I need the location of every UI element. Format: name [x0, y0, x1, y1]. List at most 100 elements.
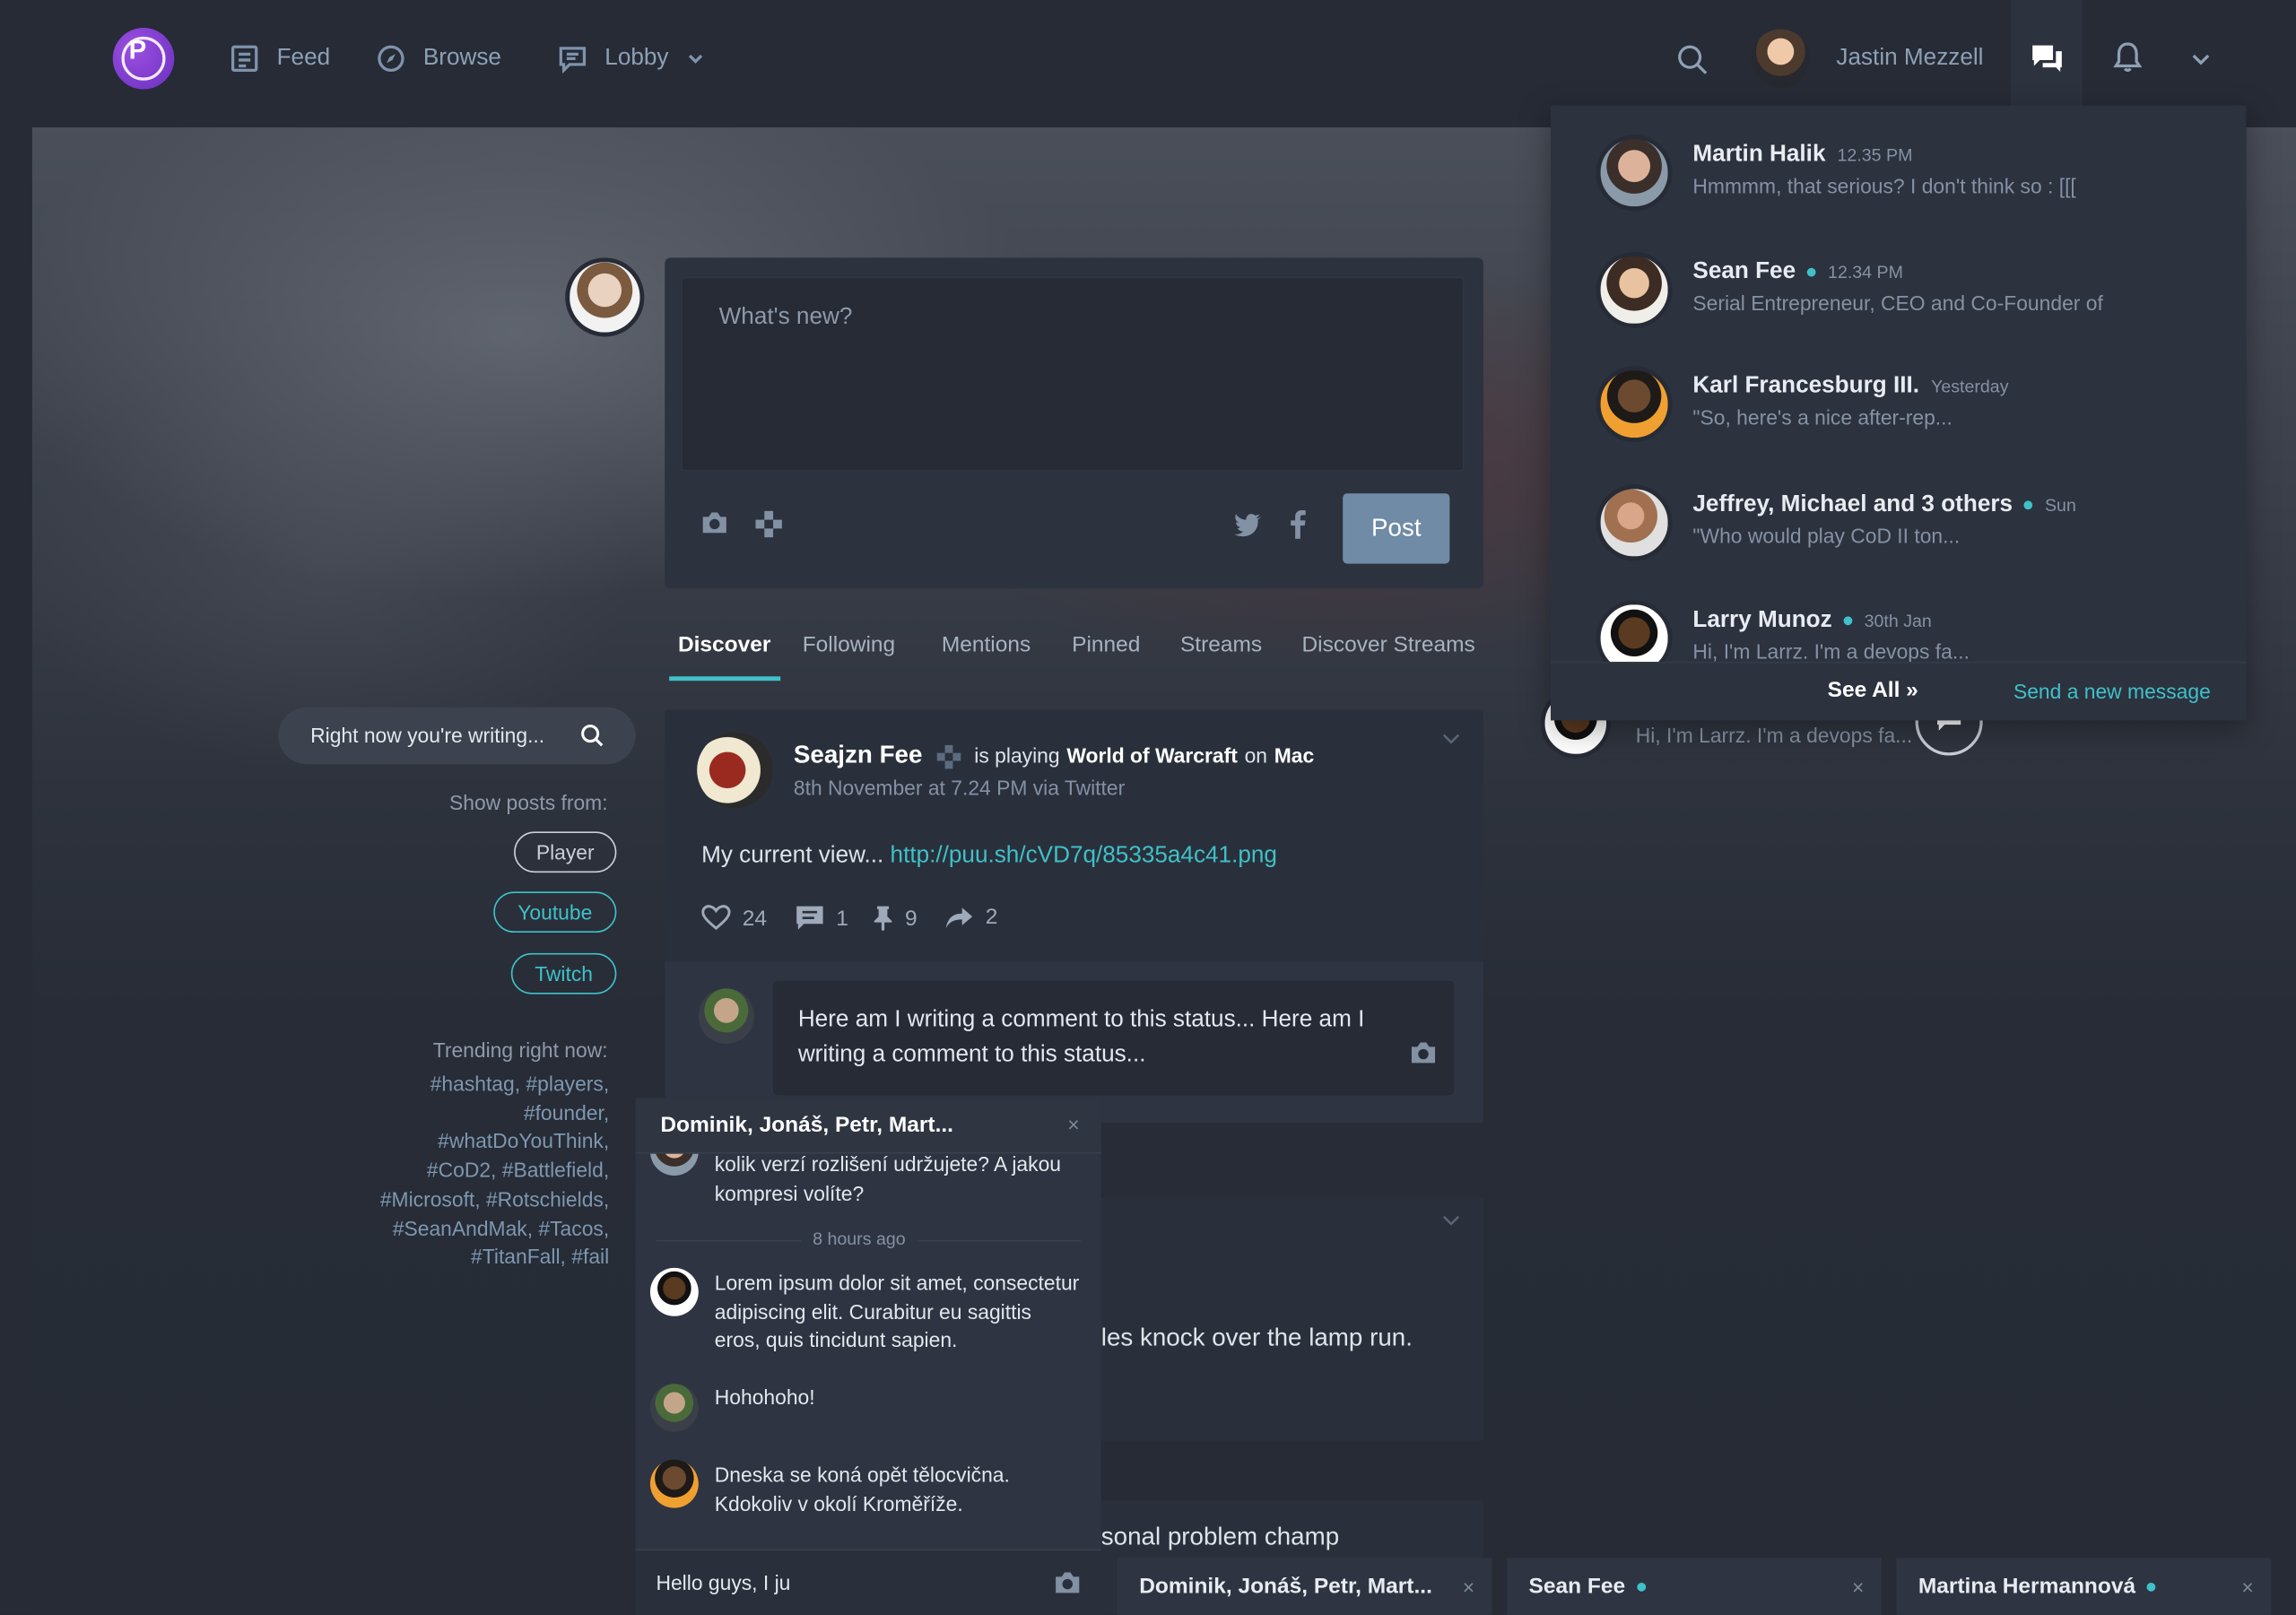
conversation-time: Yesterday: [1931, 376, 2009, 397]
commenter-avatar: [698, 988, 754, 1045]
conversation-preview: "So, here's a nice after-rep...: [1692, 405, 1952, 430]
post-body-fragment: les knock over the lamp run.: [1100, 1323, 1413, 1351]
search-icon[interactable]: [1676, 44, 1709, 76]
user-name: Jastin Mezzell: [1836, 45, 1984, 71]
nav-feed-label: Feed: [276, 45, 331, 71]
chat-tab-label: Martina Hermannová: [1918, 1574, 2136, 1599]
camera-icon[interactable]: [700, 509, 729, 535]
chevron-down-icon[interactable]: [1441, 732, 1462, 746]
conversation-avatar: [1596, 484, 1673, 561]
chevron-down-icon[interactable]: [1441, 1214, 1462, 1229]
hashtag-line[interactable]: #hashtag, #players,: [352, 1071, 610, 1099]
chat-avatar: [649, 1383, 699, 1432]
logo-letter: P: [128, 35, 147, 65]
tab-discover[interactable]: Discover: [678, 632, 770, 657]
facebook-icon[interactable]: [1289, 509, 1307, 539]
like-count: 24: [742, 905, 768, 931]
like-button[interactable]: 24: [701, 905, 767, 931]
bell-icon[interactable]: [2111, 41, 2144, 74]
comment-button[interactable]: 1: [796, 905, 848, 931]
hashtag-line[interactable]: #SeanAndMak, #Tacos,: [352, 1214, 609, 1243]
camera-icon[interactable]: [1409, 1039, 1439, 1065]
conversation-item[interactable]: Karl Francesburg III. Yesterday "So, here…: [1596, 366, 2009, 443]
status-placeholder: What's new?: [718, 304, 853, 330]
post-author-avatar[interactable]: [697, 732, 774, 809]
tab-streams[interactable]: Streams: [1180, 632, 1262, 657]
filter-youtube[interactable]: Youtube: [493, 891, 617, 933]
sidebar-search[interactable]: Right now you're writing...: [278, 707, 636, 765]
messages-footer: See All » Send a new message: [1551, 661, 2247, 721]
conversation-text: Larry Munoz 30th Jan Hi, I'm Larrz. I'm a…: [1692, 608, 1970, 662]
messages-tab[interactable]: [2010, 0, 2083, 106]
tab-pinned[interactable]: Pinned: [1072, 632, 1140, 657]
post-activity-prefix: is playing: [974, 743, 1060, 768]
post-author-name[interactable]: Seajzn Fee: [794, 741, 922, 768]
nav-browse[interactable]: Browse: [377, 44, 501, 74]
share-button[interactable]: 2: [944, 905, 997, 930]
user-menu[interactable]: Jastin Mezzell: [1751, 29, 1984, 88]
online-indicator: [1807, 267, 1816, 277]
conversation-item[interactable]: Sean Fee 12.34 PM Serial Entrepreneur, CE…: [1596, 251, 2103, 328]
conversation-item[interactable]: Jeffrey, Michael and 3 others Sun "Who wo…: [1596, 484, 2076, 561]
conversation-preview: "Who would play CoD II ton...: [1692, 524, 1961, 548]
conversation-header: Jeffrey, Michael and 3 others Sun: [1692, 492, 2075, 518]
hashtag-line[interactable]: #Microsoft, #Rotschields,: [352, 1185, 609, 1214]
nav-feed[interactable]: Feed: [230, 44, 330, 74]
nav-browse-label: Browse: [422, 45, 501, 71]
conversation-avatar: [1596, 600, 1673, 662]
chat-header[interactable]: Dominik, Jonáš, Petr, Mart... ×: [635, 1098, 1101, 1154]
post-link[interactable]: http://puu.sh/cVD7q/85335a4c41.png: [891, 843, 1277, 868]
chat-message: Lorem ipsum dolor sit amet, consectetur …: [714, 1271, 1080, 1351]
chat-time-divider: 8 hours ago: [801, 1228, 918, 1249]
composer-avatar: [565, 257, 645, 337]
post-game[interactable]: World of Warcraft: [1066, 743, 1237, 767]
chat-input[interactable]: Hello guys, I ju: [635, 1549, 1101, 1615]
nav-lobby[interactable]: Lobby: [558, 44, 704, 74]
conversation-header: Martin Halik 12.35 PM: [1692, 142, 2075, 168]
hashtag-line[interactable]: #CoD2, #Battlefield,: [352, 1157, 609, 1185]
conversation-item[interactable]: Martin Halik 12.35 PM Hmmmm, that serious…: [1596, 135, 2076, 212]
chat-avatar: [649, 1459, 699, 1508]
post-button[interactable]: Post: [1343, 493, 1450, 564]
pin-button[interactable]: 9: [873, 905, 918, 932]
hashtag-line[interactable]: #founder,: [352, 1099, 609, 1128]
chat-tab[interactable]: Dominik, Jonáš, Petr, Mart... ×: [1117, 1558, 1492, 1615]
search-icon[interactable]: [580, 724, 605, 749]
close-icon[interactable]: ×: [1852, 1575, 1864, 1598]
post-on-word: on: [1244, 743, 1267, 768]
close-icon[interactable]: ×: [2241, 1575, 2253, 1598]
post-body: My current view... http://puu.sh/cVD7q/8…: [701, 843, 1277, 869]
chat-message: Hohohoho!: [714, 1385, 815, 1409]
twitter-icon[interactable]: [1233, 512, 1263, 538]
filter-twitch[interactable]: Twitch: [510, 952, 617, 994]
chat-message: Dneska se koná opět tělocvična. Kdokoliv…: [714, 1463, 1010, 1515]
gamepad-icon[interactable]: [754, 509, 784, 539]
filter-player[interactable]: Player: [514, 831, 617, 873]
chat-tab[interactable]: Martina Hermannová ×: [1896, 1558, 2272, 1615]
show-posts-label: Show posts from:: [448, 790, 608, 814]
chat-tab[interactable]: Sean Fee ×: [1507, 1558, 1883, 1615]
conversation-name: Karl Francesburg III.: [1692, 373, 1920, 399]
conversation-item[interactable]: Larry Munoz 30th Jan Hi, I'm Larrz. I'm a…: [1596, 600, 1970, 662]
close-icon[interactable]: ×: [1463, 1575, 1474, 1598]
post-author-line: Seajzn Fee is playing World of Warcraft …: [794, 741, 1314, 770]
camera-icon[interactable]: [1053, 1569, 1083, 1595]
post-body-fragment: sonal problem champ: [1100, 1523, 1340, 1551]
hashtag-line[interactable]: #TitanFall, #fail: [352, 1244, 609, 1272]
feed-icon: [230, 44, 259, 74]
pin-count: 9: [905, 905, 918, 931]
comment-icon: [796, 905, 825, 931]
see-all-link[interactable]: See All »: [1828, 678, 1918, 703]
chevron-down-icon[interactable]: [2191, 51, 2212, 69]
tab-mentions[interactable]: Mentions: [942, 632, 1031, 657]
app-logo[interactable]: P: [112, 28, 175, 90]
tab-following[interactable]: Following: [803, 632, 895, 657]
chat-close-button[interactable]: ×: [1067, 1113, 1079, 1136]
share-count: 2: [985, 905, 998, 930]
conversation-preview: Hi, I'm Larrz. I'm a devops fa...: [1692, 639, 1970, 662]
online-indicator: [1637, 1582, 1646, 1591]
hashtag-line[interactable]: #whatDoYouThink,: [352, 1128, 609, 1157]
send-new-message-link[interactable]: Send a new message: [2013, 680, 2211, 703]
tab-discover-streams[interactable]: Discover Streams: [1301, 632, 1474, 657]
conversation-time: 12.35 PM: [1837, 144, 1913, 166]
